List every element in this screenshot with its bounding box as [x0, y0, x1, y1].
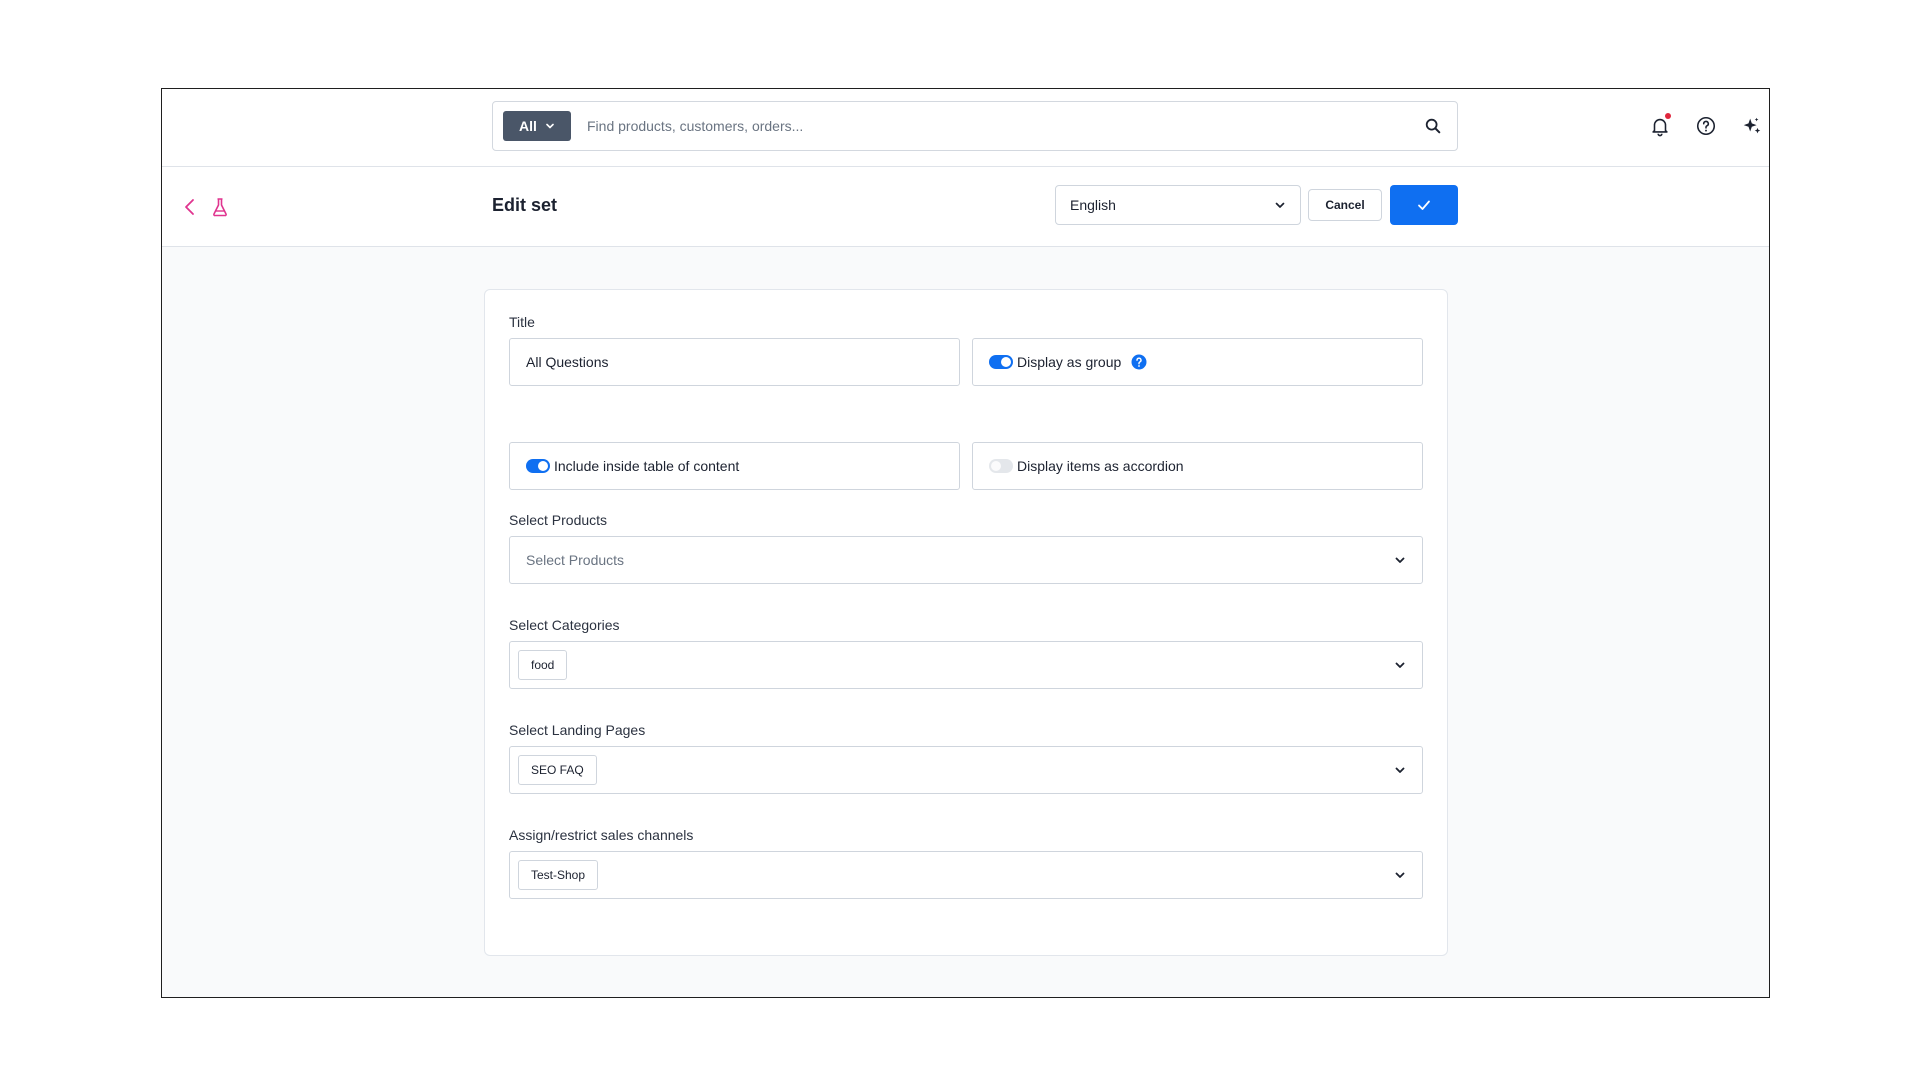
- back-button[interactable]: [180, 195, 200, 219]
- cancel-button[interactable]: Cancel: [1308, 189, 1382, 221]
- sparkle-icon: [1743, 117, 1761, 134]
- select-products-dropdown[interactable]: Select Products: [509, 536, 1423, 584]
- global-search: All: [492, 101, 1458, 151]
- title-label: Title: [509, 314, 535, 330]
- search-scope-dropdown[interactable]: All: [503, 111, 571, 141]
- select-categories-dropdown[interactable]: food: [509, 641, 1423, 689]
- ai-assistant-button[interactable]: [1739, 113, 1765, 139]
- top-actions: [1647, 113, 1765, 139]
- accordion-label: Display items as accordion: [1017, 458, 1184, 474]
- title-value: All Questions: [526, 354, 609, 370]
- experimental-button[interactable]: [210, 195, 230, 219]
- chevron-down-icon: [1395, 872, 1405, 878]
- chevron-down-icon: [546, 123, 554, 129]
- info-icon[interactable]: [1131, 354, 1147, 370]
- top-bar: All: [162, 89, 1769, 167]
- sales-channels-dropdown[interactable]: Test-Shop: [509, 851, 1423, 899]
- language-value: English: [1070, 197, 1116, 213]
- search-button[interactable]: [1409, 102, 1457, 150]
- chevron-left-icon: [185, 199, 194, 215]
- help-button[interactable]: [1693, 113, 1719, 139]
- chevron-down-icon: [1395, 662, 1405, 668]
- edit-set-card: Title All Questions Display as group Inc…: [484, 289, 1448, 956]
- select-landing-pages-label: Select Landing Pages: [509, 722, 646, 738]
- notifications-button[interactable]: [1647, 113, 1673, 139]
- display-as-group-label: Display as group: [1017, 354, 1122, 370]
- notification-badge: [1665, 113, 1671, 119]
- accordion-switch[interactable]: [989, 459, 1013, 473]
- language-select[interactable]: English: [1055, 185, 1301, 225]
- display-as-group-switch[interactable]: [989, 355, 1013, 369]
- include-toc-toggle[interactable]: Include inside table of content: [509, 442, 960, 490]
- app-window: All Edit set: [161, 88, 1770, 998]
- select-products-label: Select Products: [509, 512, 608, 528]
- select-products-placeholder: Select Products: [526, 552, 625, 568]
- chevron-down-icon: [1275, 202, 1285, 208]
- search-input[interactable]: [571, 102, 1409, 150]
- accordion-toggle[interactable]: Display items as accordion: [972, 442, 1423, 490]
- search-scope-label: All: [519, 118, 537, 134]
- save-button[interactable]: [1390, 185, 1458, 225]
- include-toc-switch[interactable]: [526, 459, 550, 473]
- select-landing-pages-dropdown[interactable]: SEO FAQ: [509, 746, 1423, 794]
- page-title: Edit set: [492, 195, 558, 215]
- title-input[interactable]: All Questions: [509, 338, 960, 386]
- category-tag[interactable]: food: [518, 650, 568, 680]
- sales-channels-label: Assign/restrict sales channels: [509, 827, 694, 843]
- search-icon: [1425, 118, 1441, 134]
- flask-icon: [213, 198, 227, 217]
- chevron-down-icon: [1395, 557, 1405, 563]
- display-as-group-toggle[interactable]: Display as group: [972, 338, 1423, 386]
- checkmark-icon: [1418, 200, 1430, 210]
- chevron-down-icon: [1395, 767, 1405, 773]
- page-header: Edit set English Cancel: [162, 167, 1769, 247]
- landing-page-tag[interactable]: SEO FAQ: [518, 755, 597, 785]
- sales-channel-tag[interactable]: Test-Shop: [518, 860, 599, 890]
- help-icon: [1696, 116, 1716, 136]
- include-toc-label: Include inside table of content: [554, 458, 740, 474]
- select-categories-label: Select Categories: [509, 617, 620, 633]
